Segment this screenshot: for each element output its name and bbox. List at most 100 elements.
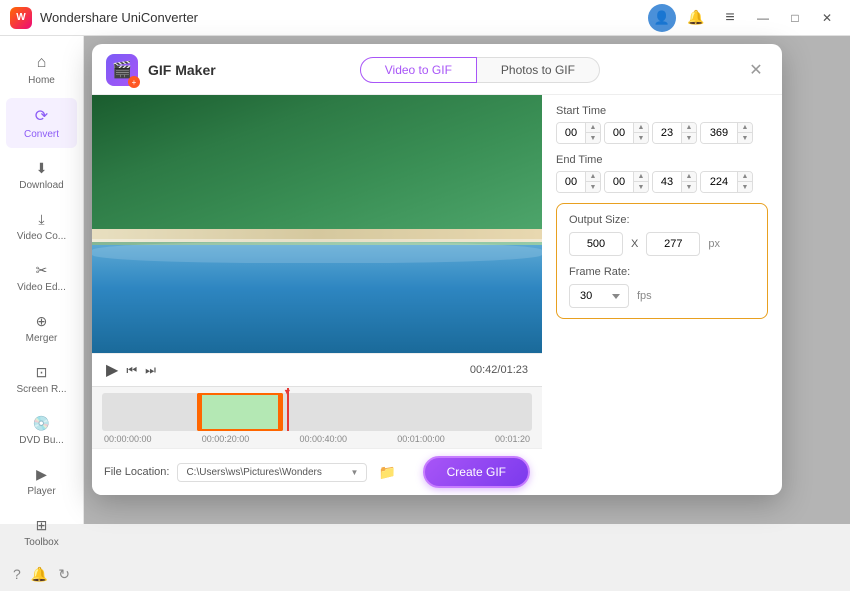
- start-minutes-down[interactable]: ▼: [634, 133, 648, 143]
- modal-tabs: Video to GIF Photos to GIF: [360, 57, 600, 83]
- maximize-button[interactable]: □: [782, 5, 808, 31]
- minimize-button[interactable]: —: [750, 5, 776, 31]
- end-seconds-input[interactable]: [653, 172, 681, 192]
- end-seconds-up[interactable]: ▲: [682, 172, 696, 182]
- video-controls: ▶ ⏮ ⏭ 00:42/01:23: [92, 353, 542, 386]
- end-seconds-down[interactable]: ▼: [682, 182, 696, 192]
- end-ms-input[interactable]: [701, 172, 737, 192]
- timeline-track: ▼: [102, 393, 532, 431]
- start-minutes-input[interactable]: [605, 123, 633, 143]
- create-gif-button[interactable]: Create GIF: [423, 456, 530, 488]
- user-icon[interactable]: 👤: [648, 4, 676, 32]
- menu-icon[interactable]: ≡: [716, 4, 744, 32]
- sidebar-label-compress: Video Co...: [17, 231, 66, 242]
- timeline-handle-right[interactable]: [278, 393, 283, 431]
- sidebar-item-download[interactable]: ⬇ Download: [6, 152, 77, 199]
- x-separator: X: [631, 238, 638, 250]
- start-seconds-down[interactable]: ▼: [682, 133, 696, 143]
- frame-rate-label: Frame Rate:: [569, 266, 755, 278]
- titlebar-left: W Wondershare UniConverter: [10, 7, 198, 29]
- sidebar-item-player[interactable]: ▶ Player: [6, 458, 77, 505]
- start-ms-down[interactable]: ▼: [738, 133, 752, 143]
- sidebar-item-home[interactable]: ⌂ Home: [6, 46, 77, 94]
- next-frame-button[interactable]: ⏭: [145, 363, 156, 378]
- start-time-inputs: ▲ ▼ ▲ ▼: [556, 122, 768, 144]
- convert-icon: ⟳: [35, 106, 48, 126]
- sidebar-item-screen-record[interactable]: ⊡ Screen R...: [6, 356, 77, 403]
- ruler-mark-4: 00:01:20: [495, 434, 530, 444]
- start-minutes-up[interactable]: ▲: [634, 123, 648, 133]
- start-ms-up[interactable]: ▲: [738, 123, 752, 133]
- folder-browse-button[interactable]: 📁: [375, 460, 399, 484]
- end-time-inputs: ▲ ▼ ▲ ▼: [556, 171, 768, 193]
- start-hours-spinners: ▲ ▼: [585, 123, 600, 143]
- sidebar-bottom: ? 🔔 ↻: [0, 558, 83, 591]
- modal-body: ▶ ⏮ ⏭ 00:42/01:23: [92, 95, 782, 495]
- output-size-section: Output Size: X px: [569, 214, 755, 256]
- dvd-icon: 💿: [33, 415, 50, 432]
- end-ms-up[interactable]: ▲: [738, 172, 752, 182]
- end-ms-down[interactable]: ▼: [738, 182, 752, 192]
- refresh-icon[interactable]: ↻: [58, 566, 70, 583]
- home-icon: ⌂: [37, 54, 47, 72]
- modal-header: 🎬 + GIF Maker Video to GIF Photos to GIF…: [92, 44, 782, 95]
- output-size-label: Output Size:: [569, 214, 755, 226]
- merger-icon: ⊕: [36, 313, 48, 330]
- notification-icon[interactable]: 🔔: [31, 566, 48, 583]
- end-seconds-spinner: ▲ ▼: [652, 171, 697, 193]
- sidebar-item-video-compress[interactable]: ⤓ Video Co...: [6, 203, 77, 250]
- start-hours-up[interactable]: ▲: [586, 123, 600, 133]
- end-hours-up[interactable]: ▲: [586, 172, 600, 182]
- ruler-mark-2: 00:00:40:00: [299, 434, 347, 444]
- sidebar-item-convert[interactable]: ⟳ Convert: [6, 98, 77, 148]
- start-ms-spinner: ▲ ▼: [700, 122, 753, 144]
- modal-close-button[interactable]: ✕: [744, 58, 768, 82]
- start-hours-down[interactable]: ▼: [586, 133, 600, 143]
- start-seconds-input[interactable]: [653, 123, 681, 143]
- tab-photos-to-gif[interactable]: Photos to GIF: [477, 57, 600, 83]
- end-minutes-input[interactable]: [605, 172, 633, 192]
- timeline-selection[interactable]: [197, 393, 283, 431]
- end-time-label: End Time: [556, 154, 768, 166]
- output-height-input[interactable]: [646, 232, 700, 256]
- start-ms-input[interactable]: [701, 123, 737, 143]
- path-dropdown-arrow: ▼: [351, 468, 359, 477]
- output-width-input[interactable]: [569, 232, 623, 256]
- help-icon[interactable]: ?: [13, 566, 21, 583]
- titlebar-right: 👤 🔔 ≡ — □ ✕: [648, 4, 840, 32]
- timeline-handle-left[interactable]: [197, 393, 202, 431]
- fps-select[interactable]: 15 20 24 30 60: [569, 284, 629, 308]
- file-path-text: C:\Users\ws\Pictures\Wonders: [186, 467, 321, 478]
- play-button[interactable]: ▶: [106, 360, 118, 380]
- end-hours-spinner: ▲ ▼: [556, 171, 601, 193]
- screen-record-icon: ⊡: [36, 364, 48, 381]
- video-preview: [92, 95, 542, 353]
- video-frame: [92, 95, 542, 353]
- sidebar-label-home: Home: [28, 75, 55, 86]
- sidebar-label-toolbox: Toolbox: [24, 537, 58, 548]
- end-hours-down[interactable]: ▼: [586, 182, 600, 192]
- sidebar-item-toolbox[interactable]: ⊞ Toolbox: [6, 509, 77, 556]
- modal-overlay: 🎬 + GIF Maker Video to GIF Photos to GIF…: [84, 36, 850, 524]
- prev-frame-button[interactable]: ⏮: [126, 363, 137, 378]
- close-button[interactable]: ✕: [814, 5, 840, 31]
- start-hours-input[interactable]: [557, 123, 585, 143]
- start-seconds-up[interactable]: ▲: [682, 123, 696, 133]
- end-hours-input[interactable]: [557, 172, 585, 192]
- tab-video-to-gif[interactable]: Video to GIF: [360, 57, 477, 83]
- sidebar-item-video-edit[interactable]: ✂ Video Ed...: [6, 254, 77, 301]
- modal-icon: 🎬 +: [106, 54, 138, 86]
- bell-icon[interactable]: 🔔: [682, 4, 710, 32]
- end-minutes-up[interactable]: ▲: [634, 172, 648, 182]
- compress-icon: ⤓: [38, 211, 44, 228]
- sidebar-item-merger[interactable]: ⊕ Merger: [6, 305, 77, 352]
- sidebar-item-dvd[interactable]: 💿 DVD Bu...: [6, 407, 77, 454]
- px-label: px: [708, 238, 720, 250]
- file-path-selector[interactable]: C:\Users\ws\Pictures\Wonders ▼: [177, 463, 367, 482]
- download-icon: ⬇: [36, 160, 48, 177]
- start-hours-spinner: ▲ ▼: [556, 122, 601, 144]
- settings-panel: Start Time ▲ ▼: [542, 95, 782, 495]
- end-minutes-down[interactable]: ▼: [634, 182, 648, 192]
- output-settings-box: Output Size: X px Frame Rate:: [556, 203, 768, 319]
- frame-rate-inputs: 15 20 24 30 60 fps: [569, 284, 755, 308]
